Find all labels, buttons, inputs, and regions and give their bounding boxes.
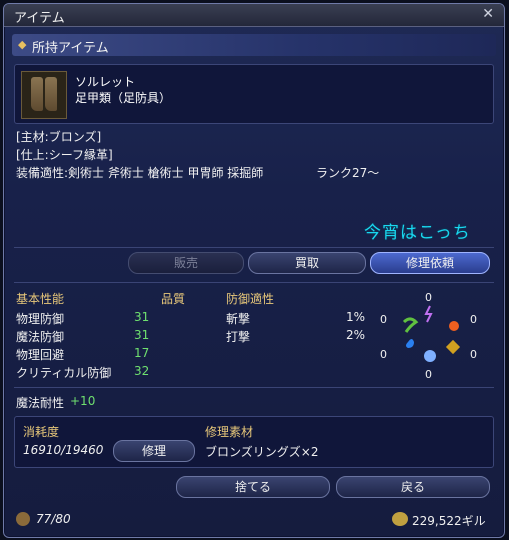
buy-button[interactable]: 買取	[248, 252, 366, 274]
section-header: ◆ 所持アイテム	[12, 34, 496, 56]
repair-button[interactable]: 修理	[113, 440, 195, 462]
repair-box: 消耗度 16910/19460 修理 修理素材 ブロンズリングズ×2	[14, 416, 494, 468]
durability-value: 16910/19460	[23, 443, 104, 457]
defense-header: 防御適性	[226, 292, 275, 306]
stat-label: 魔法防御	[16, 330, 65, 344]
item-equip-classes: 装備適性:剣術士 斧術士 槍術士 甲冑師 採掘師	[16, 166, 264, 180]
boot-right-shape	[45, 77, 57, 111]
section-title: 所持アイテム	[32, 41, 109, 56]
repair-materials-value: ブロンズリングズ×2	[205, 445, 319, 459]
stat-value: 17	[134, 346, 150, 360]
window-title: アイテム	[14, 11, 65, 26]
stat-label: クリティカル防御	[16, 366, 112, 380]
basic-stats-header: 基本性能	[16, 292, 65, 306]
wind-icon	[402, 317, 419, 333]
back-button[interactable]: 戻る	[336, 476, 490, 498]
sell-button[interactable]: 販売	[128, 252, 244, 274]
earth-icon	[445, 339, 461, 355]
item-material: [主材:ブロンズ]	[16, 130, 102, 144]
stat-label: 物理防御	[16, 312, 65, 326]
gil-amount: 229,522ギル	[412, 514, 486, 528]
stat-label: 物理回避	[16, 348, 65, 362]
element-icons	[402, 305, 461, 362]
fire-icon	[449, 321, 459, 331]
element-value: 0	[380, 348, 387, 361]
discard-button[interactable]: 捨てる	[176, 476, 330, 498]
element-value: 0	[380, 313, 387, 326]
boot-left-shape	[31, 77, 43, 111]
element-value: 0	[425, 368, 432, 381]
water-icon	[406, 339, 414, 348]
item-rank: ランク27～	[316, 166, 380, 180]
bag-icon	[16, 512, 30, 526]
item-category: 足甲類（足防具）	[75, 91, 172, 105]
defense-label: 斬撃	[226, 312, 251, 326]
defense-label: 打撃	[226, 330, 251, 344]
repair-materials-label: 修理素材	[205, 425, 254, 439]
quality-header: 品質	[161, 292, 186, 306]
stat-value: 31	[134, 310, 150, 324]
durability-label: 消耗度	[23, 425, 60, 439]
item-summary: ソルレット 足甲類（足防具）	[14, 64, 494, 124]
divider	[14, 282, 494, 283]
sollerets-icon[interactable]	[21, 71, 67, 119]
handwritten-annotation: 今宵はこっち	[364, 223, 471, 243]
item-window: アイテム ✕ ◆ 所持アイテム ソルレット 足甲類（足防具） [主材:ブロンズ]…	[3, 3, 505, 538]
window-titlebar: アイテム ✕	[4, 4, 504, 27]
gil-icon	[392, 512, 408, 526]
footer: 77/80 229,522ギル	[4, 508, 504, 536]
stat-value: 31	[134, 328, 150, 342]
divider	[14, 387, 494, 388]
bag-count: 77/80	[36, 512, 71, 526]
close-icon[interactable]: ✕	[482, 6, 494, 22]
defense-value: 2%	[346, 328, 366, 342]
item-finish: [仕上:シーフ縁革]	[16, 148, 113, 162]
magic-resist-value: +10	[70, 394, 96, 408]
stat-value: 32	[134, 364, 150, 378]
magic-resist-label: 魔法耐性	[16, 396, 65, 410]
diamond-icon: ◆	[18, 38, 27, 51]
repair-request-button[interactable]: 修理依頼	[370, 252, 490, 274]
lightning-icon	[424, 305, 433, 323]
item-name: ソルレット	[75, 75, 136, 89]
divider	[14, 247, 494, 248]
ice-icon	[424, 350, 436, 362]
defense-value: 1%	[346, 310, 366, 324]
